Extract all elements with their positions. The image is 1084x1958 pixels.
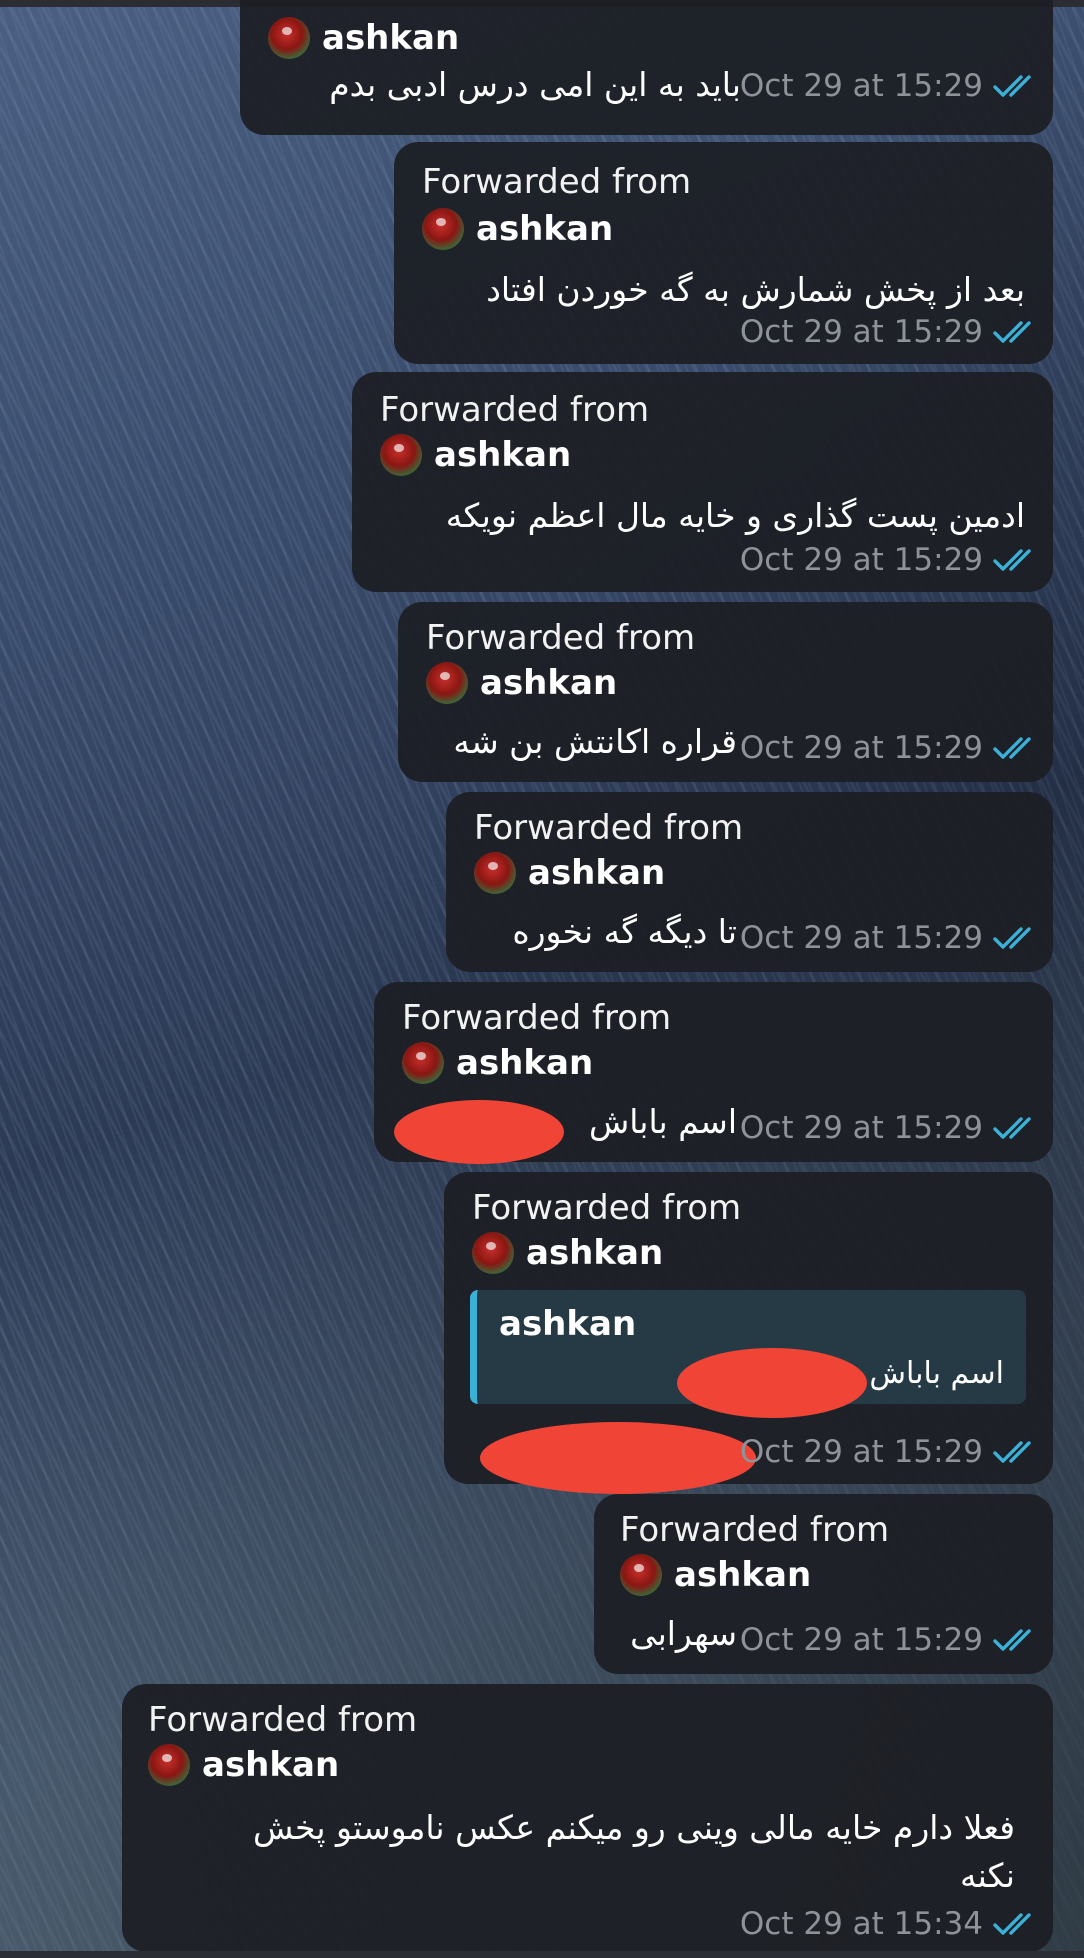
forward-sender[interactable]: ashkan <box>426 662 617 704</box>
double-check-icon <box>993 549 1031 571</box>
message-meta: Oct 29 at 15:29 <box>740 920 1039 956</box>
forwarded-label: Forwarded from <box>472 1188 742 1228</box>
message-bubble[interactable]: Forwarded from ashkan فعلا دارم خایه مال… <box>122 1684 1053 1952</box>
avatar <box>620 1554 662 1596</box>
forwarded-label: Forwarded from <box>380 390 650 430</box>
timestamp: Oct 29 at 15:29 <box>739 68 983 104</box>
message-bubble[interactable]: Forwarded from ashkan ashkan اسم باباش O… <box>444 1172 1053 1494</box>
forward-sender[interactable]: ashkan <box>474 852 665 894</box>
avatar <box>380 434 422 476</box>
message-meta: Oct 29 at 15:29 <box>740 68 1039 104</box>
message-meta: Oct 29 at 15:29 <box>740 730 1039 766</box>
timestamp: Oct 29 at 15:29 <box>739 1110 983 1146</box>
avatar <box>422 208 464 250</box>
avatar <box>402 1042 444 1084</box>
timestamp: Oct 29 at 15:29 <box>739 920 983 956</box>
avatar <box>426 662 468 704</box>
avatar <box>148 1744 190 1786</box>
message-meta: Oct 29 at 15:29 <box>740 314 1039 350</box>
forwarded-label: Forwarded from <box>620 1510 890 1550</box>
double-check-icon <box>993 1629 1031 1651</box>
forwarded-label: Forwarded from <box>148 1700 418 1740</box>
redaction-mark <box>480 1422 756 1494</box>
double-check-icon <box>993 1117 1031 1139</box>
message-meta: Oct 29 at 15:29 <box>740 1110 1039 1146</box>
avatar <box>472 1232 514 1274</box>
message-meta: Oct 29 at 15:29 <box>740 1434 1039 1470</box>
message-bubble[interactable]: Forwarded from ashkan سهرابی Oct 29 at 1… <box>594 1494 1053 1674</box>
forwarded-label: Forwarded from <box>426 618 696 658</box>
forward-sender[interactable]: ashkan <box>402 1042 593 1084</box>
timestamp: Oct 29 at 15:29 <box>739 1622 983 1658</box>
double-check-icon <box>993 1441 1031 1463</box>
message-meta: Oct 29 at 15:29 <box>740 1622 1039 1658</box>
message-text: قراره اکانتش بن شه <box>453 722 737 761</box>
message-text: ادمین پست گذاری و خایه مال اعظم نویکه <box>445 496 1025 535</box>
forwarded-label: Forwarded from <box>474 808 744 848</box>
quote-sender: ashkan <box>499 1304 637 1344</box>
timestamp: Oct 29 at 15:29 <box>739 730 983 766</box>
forward-sender[interactable]: ashkan <box>620 1554 811 1596</box>
forward-sender[interactable]: ashkan <box>380 434 571 476</box>
message-text-line-1: فعلا دارم خایه مالی وینی رو میکنم عکس نا… <box>252 1808 1015 1847</box>
message-text: سهرابی <box>630 1614 737 1653</box>
message-text: اسم باباش <box>588 1102 737 1141</box>
double-check-icon <box>993 1913 1031 1935</box>
reply-quote[interactable]: ashkan اسم باباش <box>470 1290 1026 1418</box>
double-check-icon <box>993 927 1031 949</box>
message-bubble[interactable]: Forwarded from ashkan اسم باباش Oct 29 a… <box>374 982 1053 1164</box>
forward-sender[interactable]: ashkan <box>148 1744 339 1786</box>
bottom-edge <box>0 1951 1084 1958</box>
forward-sender[interactable]: ashkan <box>472 1232 663 1274</box>
avatar <box>268 17 310 59</box>
forwarded-label: Forwarded from <box>422 162 692 202</box>
message-bubble[interactable]: Forwarded from ashkan قراره اکانتش بن شه… <box>398 602 1053 782</box>
timestamp: Oct 29 at 15:29 <box>739 314 983 350</box>
message-bubble[interactable]: ashkan باید به این امی درس ادبی بدم Oct … <box>240 0 1053 135</box>
timestamp: Oct 29 at 15:29 <box>739 1434 983 1470</box>
timestamp: Oct 29 at 15:29 <box>739 542 983 578</box>
redaction-mark <box>677 1348 867 1418</box>
forward-sender[interactable]: ashkan <box>268 17 459 59</box>
message-bubble[interactable]: Forwarded from ashkan بعد از پخش شمارش ب… <box>394 142 1053 364</box>
double-check-icon <box>993 737 1031 759</box>
message-text: تا دیگه گه نخوره <box>512 912 737 951</box>
message-bubble[interactable]: Forwarded from ashkan ادمین پست گذاری و … <box>352 372 1053 592</box>
message-text: باید به این امی درس ادبی بدم <box>329 65 741 104</box>
redaction-mark <box>394 1100 564 1164</box>
message-text-line-2: نکنه <box>959 1856 1015 1895</box>
forward-sender[interactable]: ashkan <box>422 208 613 250</box>
message-meta: Oct 29 at 15:34 <box>740 1906 1039 1942</box>
message-meta: Oct 29 at 15:29 <box>740 542 1039 578</box>
message-text: بعد از پخش شمارش به گه خوردن افتاد <box>486 270 1025 309</box>
double-check-icon <box>993 75 1031 97</box>
quote-text: اسم باباش <box>869 1356 1004 1391</box>
forwarded-label: Forwarded from <box>402 998 672 1038</box>
timestamp: Oct 29 at 15:34 <box>739 1906 983 1942</box>
message-bubble[interactable]: Forwarded from ashkan تا دیگه گه نخوره O… <box>446 792 1053 972</box>
double-check-icon <box>993 321 1031 343</box>
avatar <box>474 852 516 894</box>
